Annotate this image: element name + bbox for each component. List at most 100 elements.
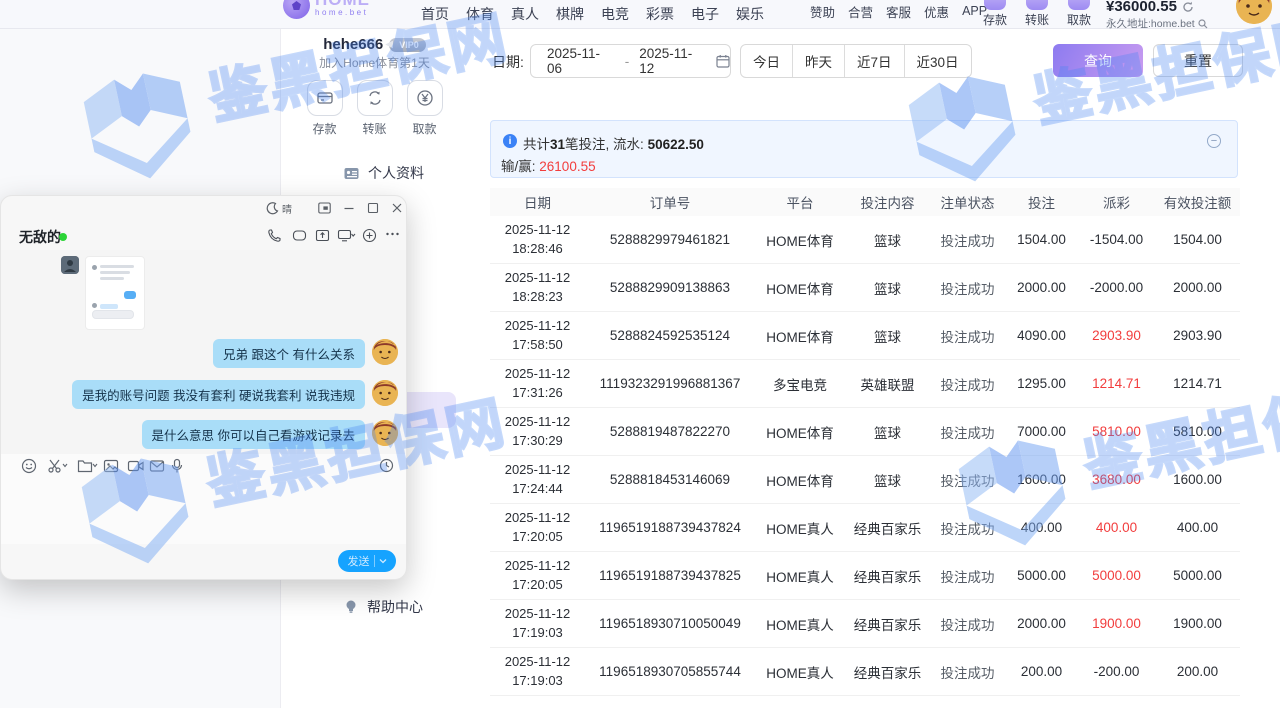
close-icon[interactable]	[391, 202, 403, 214]
chat-input-area[interactable]	[1, 478, 406, 544]
link-service[interactable]: 客服	[886, 2, 911, 21]
minimize-icon[interactable]	[343, 202, 355, 214]
voice-message-icon[interactable]	[171, 458, 183, 474]
pip-icon[interactable]	[318, 202, 331, 214]
logo-title: HOME	[315, 0, 370, 8]
table-row: 2025-11-1217:24:44 5288818453146069 HOME…	[490, 456, 1240, 504]
withdraw-label: 取款	[1067, 11, 1091, 28]
column-header: 注单状态	[930, 192, 1005, 212]
bet-count: 31	[550, 137, 565, 152]
link-promo[interactable]: 优惠	[924, 2, 949, 21]
deposit-icon	[984, 0, 1006, 10]
summary-line1: 共计31笔投注, 流水: 50622.50	[523, 133, 704, 153]
collapse-icon[interactable]: −	[1207, 134, 1221, 148]
table-row: 2025-11-1217:20:05 1196519188739437825 H…	[490, 552, 1240, 600]
nav-item-live[interactable]: 真人	[511, 4, 539, 24]
link-partner[interactable]: 合营	[848, 2, 873, 21]
column-header: 平台	[755, 192, 845, 212]
maximize-icon[interactable]	[367, 202, 379, 214]
file-icon[interactable]	[77, 458, 99, 474]
range-yesterday[interactable]: 昨天	[793, 45, 845, 77]
column-header: 投注内容	[845, 192, 930, 212]
contact-avatar	[61, 256, 79, 274]
sidebar-deposit-button[interactable]: 存款	[305, 80, 345, 137]
date-start-input[interactable]: 2025-11-06	[547, 46, 612, 76]
add-icon[interactable]	[362, 228, 377, 243]
transfer-label: 转账	[1025, 11, 1049, 28]
date-range-picker[interactable]: 2025-11-06 - 2025-11-12	[530, 44, 731, 78]
online-status-dot	[59, 233, 67, 241]
remote-desktop-icon[interactable]	[337, 228, 356, 243]
moon-icon	[266, 202, 279, 215]
received-image-message[interactable]	[61, 256, 145, 330]
link-sponsor[interactable]: 赞助	[810, 2, 835, 21]
sidebar-withdraw-button[interactable]: 取款	[405, 80, 445, 137]
sidebar-item-help[interactable]: 帮助中心	[343, 597, 423, 617]
calendar-icon[interactable]	[716, 54, 730, 68]
video-icon[interactable]	[127, 458, 145, 474]
lightbulb-icon	[343, 599, 359, 615]
nav-item-esports[interactable]: 电竞	[601, 4, 629, 24]
send-options-chevron-icon[interactable]	[379, 558, 387, 564]
deposit-button[interactable]: 存款	[974, 0, 1016, 28]
site-logo[interactable]: HOME home.bet	[283, 0, 370, 19]
range-30days[interactable]: 近30日	[905, 45, 971, 77]
image-icon[interactable]	[103, 458, 119, 474]
balance-amount: ¥36000.55	[1106, 0, 1177, 15]
chat-history-icon[interactable]	[379, 458, 394, 473]
screenshot-scissors-icon[interactable]	[47, 458, 69, 474]
range-7days[interactable]: 近7日	[845, 45, 905, 77]
chat-titlebar[interactable]: 晴	[1, 196, 406, 222]
transfer-button[interactable]: 转账	[1016, 0, 1058, 28]
table-row: 2025-11-1217:31:26 1119323291996881367 多…	[490, 360, 1240, 408]
sidebar-item-profile[interactable]: 个人资料	[343, 163, 424, 183]
withdraw-label: 取款	[412, 120, 436, 137]
sent-message: 是什么意思 你可以自己看游戏记录去	[142, 420, 398, 449]
refresh-balance-icon[interactable]	[1182, 1, 1194, 13]
send-label: 发送	[348, 553, 370, 569]
message-box-icon[interactable]	[149, 458, 165, 474]
screen-share-icon[interactable]	[315, 228, 330, 243]
my-avatar	[372, 380, 398, 406]
top-navbar: HOME home.bet 首页 体育 真人 棋牌 电竞 彩票 电子 娱乐 赞助…	[0, 0, 1280, 29]
top-links: 赞助 合营 客服 优惠 APP	[810, 0, 987, 22]
video-chat-icon[interactable]	[292, 228, 307, 243]
weather-status: 晴	[282, 201, 292, 216]
user-avatar[interactable]	[1236, 0, 1272, 24]
summary-line2: 输/赢: 26100.55	[501, 155, 596, 175]
message-bubble: 是什么意思 你可以自己看游戏记录去	[142, 420, 365, 449]
column-header: 订单号	[585, 192, 755, 212]
magnifier-icon[interactable]	[1198, 19, 1208, 29]
column-header: 日期	[490, 192, 585, 212]
nav-item-lottery[interactable]: 彩票	[646, 4, 674, 24]
table-row: 2025-11-1217:58:50 5288824592535124 HOME…	[490, 312, 1240, 360]
vip-badge: VIP0	[389, 38, 426, 52]
sidebar-transfer-button[interactable]: 转账	[355, 80, 395, 137]
range-today[interactable]: 今日	[741, 45, 793, 77]
send-button[interactable]: 发送	[338, 550, 396, 572]
chat-message-area[interactable]: 兄弟 跟这个 有什么关系 是我的账号问题 我没有套利 硬说我套利 说我违规 是什…	[1, 250, 406, 454]
query-button[interactable]: 查询	[1053, 44, 1143, 77]
nav-item-cards[interactable]: 棋牌	[556, 4, 584, 24]
nav-item-sports[interactable]: 体育	[466, 4, 494, 24]
emoji-icon[interactable]	[21, 458, 37, 474]
table-header: 日期 订单号 平台 投注内容 注单状态 投注 派彩 有效投注额	[490, 188, 1240, 216]
nav-item-entertainment[interactable]: 娱乐	[736, 4, 764, 24]
voice-call-icon[interactable]	[267, 228, 282, 243]
table-row: 2025-11-1217:19:03 1196518930710050049 H…	[490, 600, 1240, 648]
username: hehe666	[323, 36, 383, 53]
nav-item-slots[interactable]: 电子	[691, 4, 719, 24]
nav-item-home[interactable]: 首页	[421, 4, 449, 24]
turnover-value: 50622.50	[648, 137, 704, 152]
profile-label: 个人资料	[368, 163, 424, 183]
chat-screenshot-thumbnail[interactable]	[85, 256, 145, 330]
message-bubble: 是我的账号问题 我没有套利 硬说我套利 说我违规	[72, 380, 365, 409]
withdraw-button[interactable]: 取款	[1058, 0, 1100, 28]
help-label: 帮助中心	[367, 597, 423, 617]
transfer-icon	[357, 80, 393, 116]
date-end-input[interactable]: 2025-11-12	[639, 46, 704, 76]
withdraw-icon	[1068, 0, 1090, 10]
page: HOME home.bet 首页 体育 真人 棋牌 电竞 彩票 电子 娱乐 赞助…	[0, 0, 1280, 708]
more-icon[interactable]	[385, 231, 400, 237]
reset-button[interactable]: 重置	[1153, 44, 1243, 77]
